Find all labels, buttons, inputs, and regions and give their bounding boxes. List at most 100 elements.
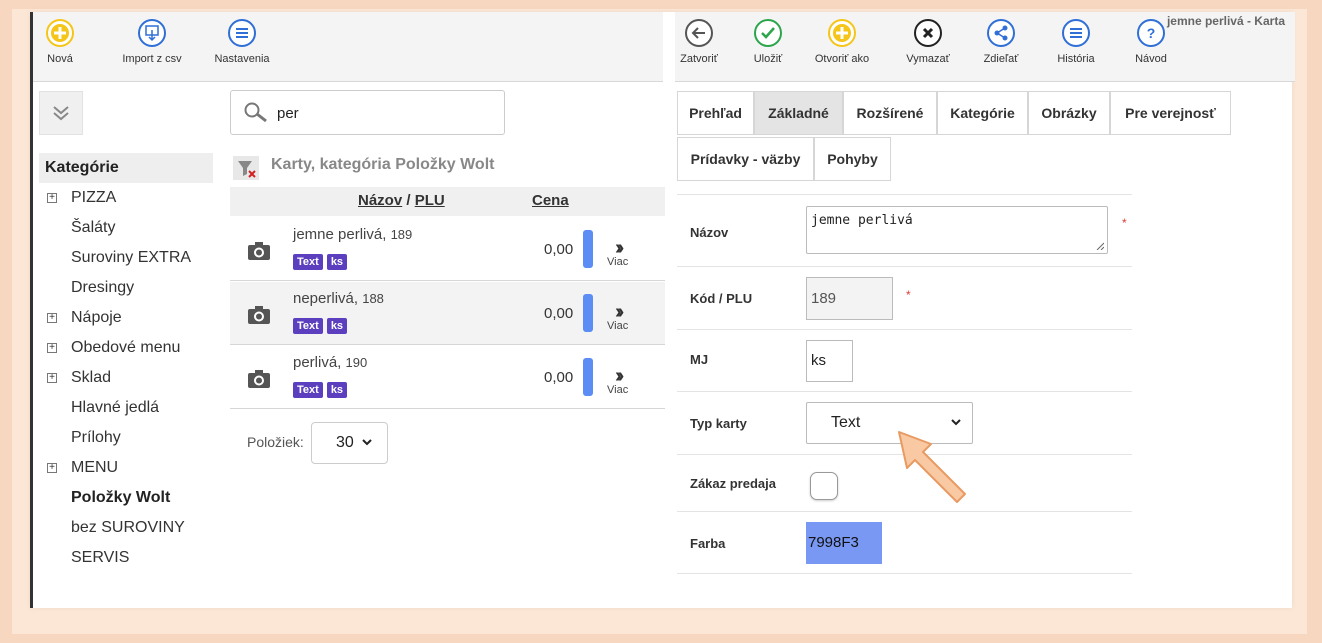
category-item[interactable]: Položky Wolt xyxy=(39,486,229,516)
resize-grip-icon[interactable] xyxy=(1096,242,1104,250)
list-row[interactable]: perlivá, 190 Text ks 0,00 ›› Viac xyxy=(230,346,665,409)
list-title: Karty, kategória Položky Wolt xyxy=(233,156,494,180)
category-item[interactable]: Hlavné jedlá xyxy=(39,396,229,426)
window-title: jemne perlivá - Karta xyxy=(1166,14,1285,28)
category-item[interactable]: + PIZZA xyxy=(39,186,229,216)
category-label: Šaláty xyxy=(71,219,116,236)
collapse-toggle-button[interactable] xyxy=(39,91,83,135)
sale-ban-checkbox[interactable] xyxy=(810,472,838,500)
per-page-value: 30 xyxy=(336,434,354,451)
item-color-bar xyxy=(583,358,593,396)
search-input[interactable] xyxy=(277,101,497,125)
sort-by-price[interactable]: Cena xyxy=(532,192,569,209)
tab-item[interactable]: Základné xyxy=(754,91,843,135)
expand-plus-icon[interactable]: + xyxy=(47,463,57,473)
plu-required-mark: * xyxy=(906,288,911,302)
price-header[interactable]: Cena xyxy=(532,192,569,209)
category-label: Sklad xyxy=(71,369,112,386)
category-label: Nápoje xyxy=(71,309,122,326)
unit-badge: ks xyxy=(326,318,348,334)
tab-item[interactable]: Rozšírené xyxy=(843,91,937,135)
more-button[interactable]: ›› Viac xyxy=(607,238,629,268)
camera-icon[interactable] xyxy=(247,241,271,261)
form-row-color: Farba xyxy=(677,512,1132,574)
help-button[interactable]: ? Návod xyxy=(1131,18,1171,65)
tab-item[interactable]: Pre verejnosť xyxy=(1110,91,1231,135)
color-field[interactable]: 7998F3 xyxy=(806,522,882,564)
per-page-select[interactable]: 30 xyxy=(311,422,388,464)
item-name[interactable]: neperlivá, 188 xyxy=(293,290,384,307)
category-item[interactable]: Dresingy xyxy=(39,276,229,306)
tab-item[interactable]: Kategórie xyxy=(937,91,1028,135)
delete-label: Vymazať xyxy=(906,53,950,65)
open-as-button[interactable]: Otvoriť ako xyxy=(811,18,873,65)
filter-remove-icon[interactable] xyxy=(233,156,259,180)
unit-badge: ks xyxy=(326,382,348,398)
sort-by-plu[interactable]: PLU xyxy=(415,192,445,209)
category-label: SERVIS xyxy=(71,549,130,566)
more-label: Viac xyxy=(607,256,629,268)
more-button[interactable]: ›› Viac xyxy=(607,301,628,332)
type-badge: Text xyxy=(293,318,323,334)
unit-badge: ks xyxy=(326,254,348,270)
share-icon xyxy=(986,18,1016,48)
save-button[interactable]: Uložiť xyxy=(749,18,787,65)
category-item[interactable]: Šaláty xyxy=(39,216,229,246)
share-button[interactable]: Zdieľať xyxy=(977,18,1025,65)
more-label: Viac xyxy=(607,384,629,396)
delete-button[interactable]: Vymazať xyxy=(901,18,955,65)
category-label: Prílohy xyxy=(71,429,121,446)
categories-header: Kategórie xyxy=(39,153,213,183)
category-item[interactable]: Prílohy xyxy=(39,426,229,456)
camera-icon[interactable] xyxy=(247,305,271,325)
expand-plus-icon[interactable]: + xyxy=(47,313,57,323)
item-name[interactable]: jemne perlivá, 189 xyxy=(293,226,412,243)
expand-plus-icon[interactable]: + xyxy=(47,373,57,383)
name-field[interactable]: jemne perlivá xyxy=(806,206,1108,254)
settings-label: Nastavenia xyxy=(214,53,270,65)
category-label: Dresingy xyxy=(71,279,135,296)
type-badge: Text xyxy=(293,254,323,270)
category-item[interactable]: + MENU xyxy=(39,456,229,486)
category-label: MENU xyxy=(71,459,119,476)
tab-item[interactable]: Pohyby xyxy=(814,137,891,181)
category-item[interactable]: bez SUROVINY xyxy=(39,516,229,546)
category-tree: + PIZZA Šaláty Suroviny EXTRA Dresingy + Nápoj… xyxy=(39,186,229,576)
search-box[interactable] xyxy=(230,90,505,135)
name-plu-header: Názov / PLU xyxy=(358,192,445,209)
item-price: 0,00 xyxy=(544,241,574,258)
category-item[interactable]: + Sklad xyxy=(39,366,229,396)
sale-ban-label: Zákaz predaja xyxy=(690,476,776,491)
plu-label: Kód / PLU xyxy=(690,291,753,306)
double-chevron-right-icon: ›› xyxy=(614,301,624,323)
list-row[interactable]: jemne perlivá, 189 Text ks 0,00 ›› Viac xyxy=(230,218,665,281)
tab-item[interactable]: Obrázky xyxy=(1028,91,1110,135)
list-row[interactable]: neperlivá, 188 Text ks 0,00 ›› Viac xyxy=(230,282,665,345)
new-button[interactable]: Nová xyxy=(42,18,78,65)
unit-field[interactable]: ks xyxy=(806,340,853,382)
category-item[interactable]: SERVIS xyxy=(39,546,229,576)
tab-item[interactable]: Prídavky - väzby xyxy=(677,137,814,181)
close-button[interactable]: Zatvoriť xyxy=(677,18,721,65)
category-item[interactable]: + Nápoje xyxy=(39,306,229,336)
item-name[interactable]: perlivá, 190 xyxy=(293,354,367,371)
tab-item[interactable]: Prehľad xyxy=(677,91,754,135)
pointer-arrow-icon xyxy=(898,431,966,503)
import-csv-button[interactable]: Import z csv xyxy=(116,18,188,65)
history-button[interactable]: História xyxy=(1051,18,1101,65)
expand-plus-icon[interactable]: + xyxy=(47,343,57,353)
expand-plus-icon[interactable]: + xyxy=(47,193,57,203)
category-label: bez SUROVINY xyxy=(71,519,185,536)
table-header: Názov / PLU Cena xyxy=(230,187,665,216)
category-item[interactable]: Suroviny EXTRA xyxy=(39,246,229,276)
double-chevron-down-icon xyxy=(53,106,69,121)
more-button[interactable]: ›› Viac xyxy=(607,366,629,396)
sort-by-name[interactable]: Názov xyxy=(358,192,402,209)
item-name-text: jemne perlivá, xyxy=(293,226,387,243)
plu-field[interactable]: 189 xyxy=(806,277,893,320)
category-item[interactable]: + Obedové menu xyxy=(39,336,229,366)
form-row-plu: Kód / PLU xyxy=(677,267,1132,330)
camera-icon[interactable] xyxy=(247,369,271,389)
item-color-bar xyxy=(583,230,593,268)
settings-button[interactable]: Nastavenia xyxy=(211,18,273,65)
